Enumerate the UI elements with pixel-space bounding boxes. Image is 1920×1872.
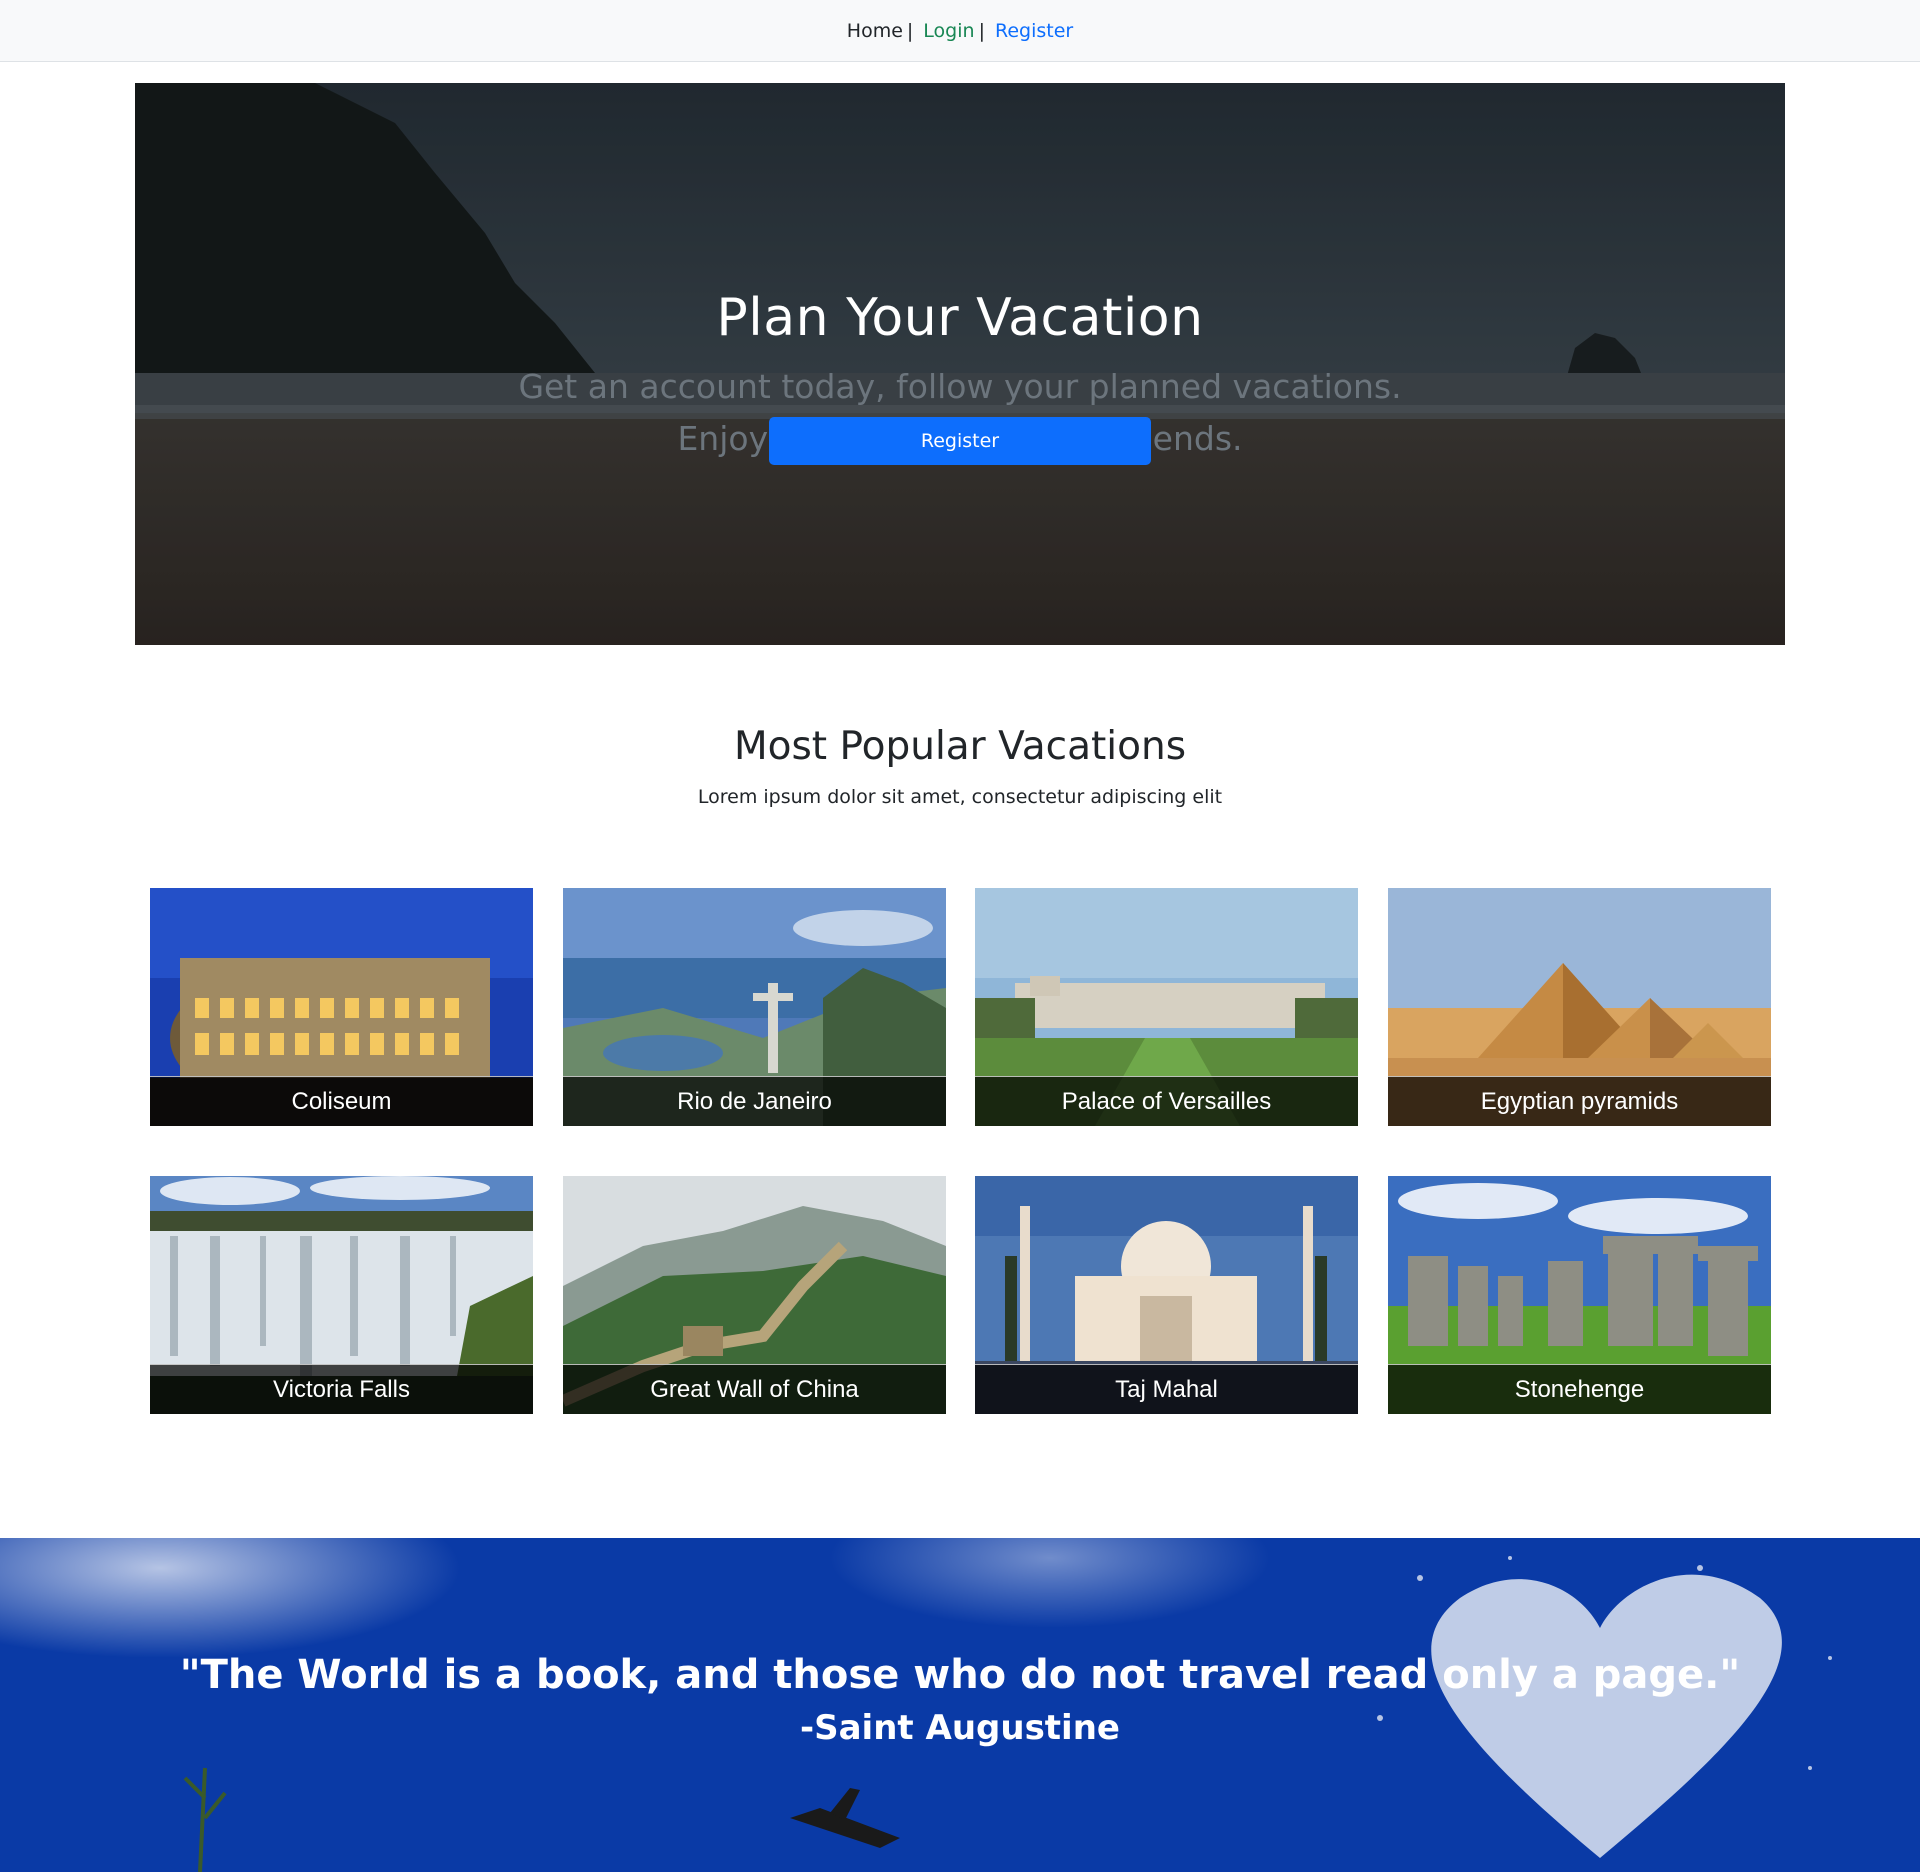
vacation-card-taj-mahal[interactable]: Taj Mahal (975, 1176, 1358, 1414)
card-caption: Great Wall of China (563, 1364, 946, 1414)
hero-banner: Plan Your Vacation Get an account today,… (135, 83, 1785, 645)
nav-separator: | (978, 19, 985, 42)
vacation-card-victoria-falls[interactable]: Victoria Falls (150, 1176, 533, 1414)
vacation-card-coliseum[interactable]: Coliseum (150, 888, 533, 1126)
quote-author: -Saint Augustine (800, 1708, 1120, 1748)
nav-register-link[interactable]: Register (995, 20, 1073, 42)
card-caption: Rio de Janeiro (563, 1076, 946, 1126)
card-caption: Victoria Falls (150, 1364, 533, 1414)
vacation-card-pyramids[interactable]: Egyptian pyramids (1388, 888, 1771, 1126)
vacation-card-rio[interactable]: Rio de Janeiro (563, 888, 946, 1126)
hero-subtitle-line-1: Get an account today, follow your planne… (518, 367, 1402, 406)
hero-register-button[interactable]: Register (769, 417, 1151, 465)
vacation-card-stonehenge[interactable]: Stonehenge (1388, 1176, 1771, 1414)
quote-text: "The World is a book, and those who do n… (179, 1652, 1741, 1698)
vacation-card-great-wall[interactable]: Great Wall of China (563, 1176, 946, 1414)
top-navbar: Home | Login | Register (0, 0, 1920, 62)
nav-home-link[interactable]: Home (847, 20, 903, 42)
hero-title: Plan Your Vacation (716, 288, 1204, 348)
card-caption: Stonehenge (1388, 1364, 1771, 1414)
sky-heart-background-image (0, 1538, 1920, 1872)
quote-section: "The World is a book, and those who do n… (0, 1538, 1920, 1872)
card-caption: Palace of Versailles (975, 1076, 1358, 1126)
popular-section-subtitle: Lorem ipsum dolor sit amet, consectetur … (697, 786, 1223, 808)
popular-section-title: Most Popular Vacations (733, 724, 1187, 769)
card-caption: Coliseum (150, 1076, 533, 1126)
card-caption: Egyptian pyramids (1388, 1076, 1771, 1126)
nav-login-link[interactable]: Login (923, 20, 974, 42)
vacation-card-versailles[interactable]: Palace of Versailles (975, 888, 1358, 1126)
card-caption: Taj Mahal (975, 1364, 1358, 1414)
nav-separator: | (906, 19, 914, 42)
